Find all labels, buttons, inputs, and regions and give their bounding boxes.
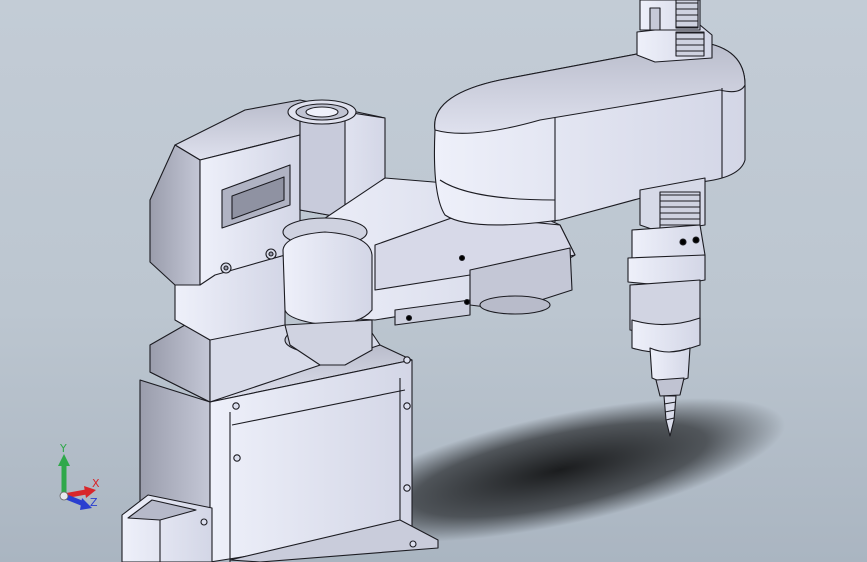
spindle-nose: [649, 347, 691, 383]
scara-robot-model[interactable]: [0, 0, 867, 562]
tower-left-face: [149, 144, 201, 286]
spindle-top-ribs: [675, 31, 705, 57]
y-axis-label: Y: [59, 442, 67, 455]
coordinate-triad: Y X Z: [58, 442, 100, 510]
z-axis-label: Z: [90, 496, 98, 509]
y-axis-arrow: [58, 454, 70, 496]
cad-graphics-area[interactable]: Y X Z: [0, 0, 867, 562]
x-axis-label: X: [92, 477, 100, 490]
spindle-ribs: [659, 191, 701, 229]
z-axis-arrow: [63, 493, 92, 510]
joint1-housing: [282, 231, 373, 326]
